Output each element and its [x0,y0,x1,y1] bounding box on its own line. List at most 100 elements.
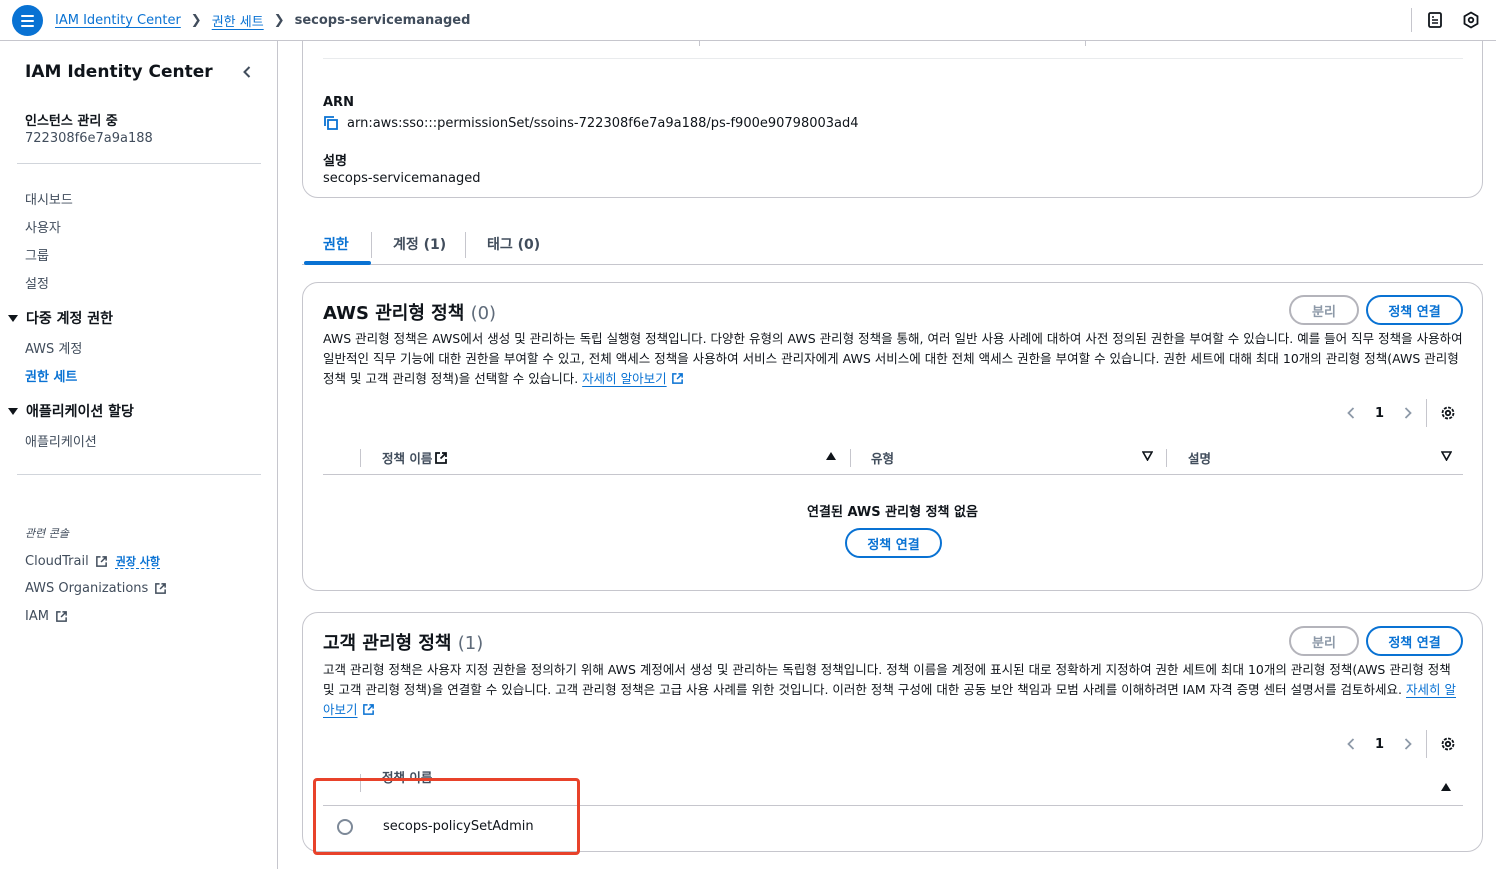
sidebar-title[interactable]: IAM Identity Center [25,62,213,82]
divider [17,163,261,164]
column-header-policy-name[interactable]: 정책 이름 [382,448,448,467]
policy-count: (0) [470,303,497,324]
recommendation-badge[interactable]: 권장 사항 [116,553,160,569]
breadcrumb-iam-identity-center[interactable]: IAM Identity Center [55,13,181,28]
instance-id: 722308f6e7a9a188 [25,131,153,146]
external-link-icon [435,451,448,464]
section-description: AWS 관리형 정책은 AWS에서 생성 및 관리하는 독립 실행형 정책입니다… [323,329,1463,389]
table-header: 정책 이름 유형 설명 [323,439,1463,475]
attach-policy-button[interactable]: 정책 연결 [1366,626,1463,656]
customer-managed-policies-title: 고객 관리형 정책 (1) [323,629,483,655]
column-header-description[interactable]: 설명 [1188,448,1211,467]
gear-icon[interactable] [1439,735,1457,753]
column-divider [850,449,851,467]
breadcrumb: IAM Identity Center ❯ 권한 세트 ❯ secops-ser… [55,11,470,30]
attach-policy-button[interactable]: 정책 연결 [1366,295,1463,325]
column-divider [1166,449,1167,467]
column-divider [699,41,700,46]
main-content: ARN arn:aws:sso:::permissionSet/ssoins-7… [278,41,1496,869]
pagination: 1 [1343,730,1457,758]
tab-permissions[interactable]: 권한 [302,224,370,264]
arn-value-row: arn:aws:sso:::permissionSet/ssoins-72230… [323,115,859,131]
pagination: 1 [1343,399,1457,427]
column-divider [360,449,361,467]
sidebar-item-settings[interactable]: 설정 [25,273,49,292]
external-link-icon [56,611,67,622]
sidebar-link-cloudtrail[interactable]: CloudTrail 권장 사항 [25,553,160,569]
menu-icon[interactable] [12,5,43,36]
policy-name-cell[interactable]: secops-policySetAdmin [383,819,534,834]
description-label: 설명 [323,154,347,169]
link-label: CloudTrail [25,553,89,569]
external-link-icon [95,555,107,567]
close-sidebar-icon[interactable] [238,63,256,81]
breadcrumb-current: secops-servicemanaged [294,13,471,28]
settings-icon[interactable] [1460,9,1482,31]
active-tab-indicator [304,261,371,265]
section-title: 다중 계정 권한 [26,311,114,327]
tab-accounts[interactable]: 계정 (1) [372,224,467,264]
next-page-icon[interactable] [1400,736,1416,752]
divider [1426,399,1428,427]
column-header-policy-name[interactable]: 정책 이름 [382,770,432,786]
link-label: IAM [25,609,49,624]
next-page-icon[interactable] [1400,405,1416,421]
sidebar-item-aws-accounts[interactable]: AWS 계정 [25,338,82,357]
sidebar-item-dashboard[interactable]: 대시보드 [25,189,73,208]
detach-button[interactable]: 분리 [1289,295,1359,325]
table-header: 정책 이름 [323,770,1463,806]
sidebar-link-organizations[interactable]: AWS Organizations [25,581,167,596]
page-number[interactable]: 1 [1375,737,1384,752]
sidebar-link-iam[interactable]: IAM [25,609,68,624]
sidebar-item-applications[interactable]: 애플리케이션 [25,431,97,450]
breadcrumb-permission-sets[interactable]: 권한 세트 [212,11,264,30]
sidebar-item-users[interactable]: 사용자 [25,217,61,236]
aws-managed-policies-title: AWS 관리형 정책 (0) [323,299,496,325]
external-link-icon [155,583,167,594]
tab-tags[interactable]: 태그 (0) [466,224,561,264]
sidebar-item-permission-sets[interactable]: 권한 세트 [25,366,77,385]
policy-row-radio[interactable] [337,819,353,835]
sort-icon[interactable] [1142,451,1153,461]
tab-bar: 권한 계정 (1) 태그 (0) [302,224,1483,265]
sort-icon[interactable] [1441,451,1452,461]
chevron-right-icon: ❯ [273,13,285,28]
sort-ascending-icon[interactable] [826,452,836,460]
caret-down-icon [8,314,18,322]
external-link-icon [362,704,374,715]
section-description: 고객 관리형 정책은 사용자 지정 권한을 정의하기 위해 AWS 계정에서 생… [323,660,1463,720]
description-text: 고객 관리형 정책은 사용자 지정 권한을 정의하기 위해 AWS 계정에서 생… [323,662,1451,697]
description-text: AWS 관리형 정책은 AWS에서 생성 및 관리하는 독립 실행형 정책입니다… [323,331,1463,386]
sidebar-section-app-assignments[interactable]: 애플리케이션 할당 [8,401,134,421]
divider [17,474,261,475]
sidebar-section-multi-account[interactable]: 다중 계정 권한 [8,308,113,328]
copy-icon[interactable] [323,115,339,131]
previous-page-icon[interactable] [1343,736,1359,752]
instance-label: 인스턴스 관리 중 [25,114,118,129]
caret-down-icon [8,407,18,415]
sidebar-item-groups[interactable]: 그룹 [25,245,49,264]
top-navigation-bar: IAM Identity Center ❯ 권한 세트 ❯ secops-ser… [0,0,1496,41]
policy-count: (1) [457,633,484,654]
page-number[interactable]: 1 [1375,406,1384,421]
section-title: AWS 관리형 정책 [323,303,465,324]
sort-ascending-icon[interactable] [1441,783,1451,791]
related-consoles-label: 관련 콘솔 [25,527,69,540]
divider [323,58,1463,59]
arn-value: arn:aws:sso:::permissionSet/ssoins-72230… [347,115,859,131]
external-link-icon [671,373,683,384]
column-divider [360,774,361,792]
empty-state-attach-button[interactable]: 정책 연결 [845,528,942,558]
detach-button[interactable]: 분리 [1289,626,1359,656]
column-divider [1085,41,1086,46]
aws-managed-policies-card: AWS 관리형 정책 (0) 분리 정책 연결 AWS 관리형 정책은 AWS에… [302,282,1483,591]
notifications-icon[interactable] [1424,9,1446,31]
column-header-type[interactable]: 유형 [871,448,894,467]
gear-icon[interactable] [1439,404,1457,422]
arn-label: ARN [323,95,354,110]
toolbar-divider [1411,8,1412,32]
description-value: secops-servicemanaged [323,171,481,186]
previous-page-icon[interactable] [1343,405,1359,421]
learn-more-link[interactable]: 자세히 알아보기 [582,371,666,386]
side-navigation: IAM Identity Center 인스턴스 관리 중 722308f6e7… [0,41,278,869]
